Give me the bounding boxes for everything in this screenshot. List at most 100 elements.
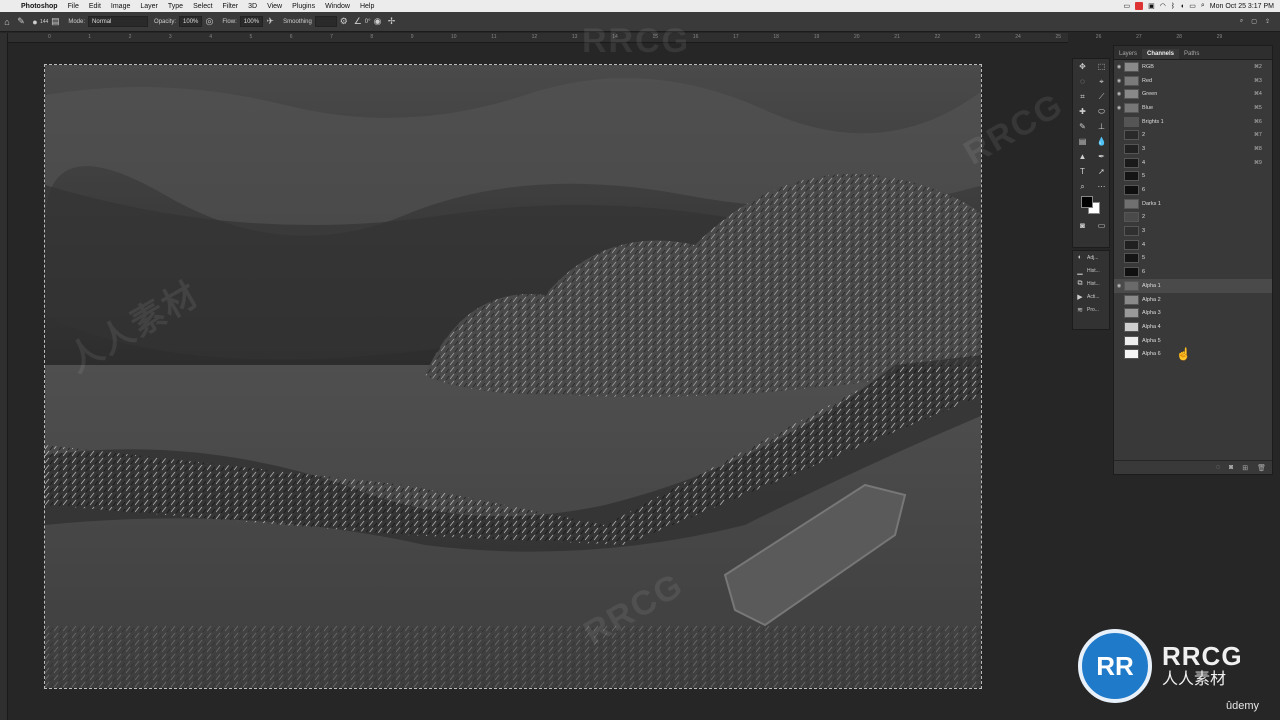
menu-window[interactable]: Window (320, 3, 355, 10)
share-icon[interactable]: ⇪ (1265, 18, 1270, 25)
menu-app-name[interactable]: Photoshop (16, 3, 63, 10)
pen-tool-icon[interactable]: ✒ (1092, 149, 1111, 164)
menu-help[interactable]: Help (355, 3, 379, 10)
channel-row[interactable]: Alpha 6 (1114, 347, 1272, 361)
marquee-tool-icon[interactable]: ⬚ (1092, 59, 1111, 74)
channel-row[interactable]: 6 (1114, 183, 1272, 197)
home-icon[interactable]: ⌂ (0, 17, 14, 27)
panel-histogram[interactable]: ▁ Hist... (1073, 264, 1109, 277)
opacity-field[interactable]: 100% (179, 16, 203, 27)
brush-settings-icon[interactable]: ▤ (48, 16, 62, 27)
brush-size[interactable]: 144 (40, 19, 48, 25)
channel-row[interactable]: ◉ Green ⌘4 (1114, 87, 1272, 101)
menu-image[interactable]: Image (106, 3, 135, 10)
channel-row[interactable]: 3 ⌘8 (1114, 142, 1272, 156)
angle-icon[interactable]: ∠ (351, 16, 365, 27)
quick-mask-icon[interactable]: ◙ (1073, 218, 1092, 233)
dodge-tool-icon[interactable]: ▲ (1073, 149, 1092, 164)
panel-adjustments[interactable]: ◐ Adj... (1073, 251, 1109, 264)
clock[interactable]: Mon Oct 25 3:17 PM (1210, 3, 1274, 10)
channel-row[interactable]: 6 (1114, 265, 1272, 279)
channel-row[interactable]: 2 ⌘7 (1114, 128, 1272, 142)
channel-row[interactable]: 4 (1114, 238, 1272, 252)
zoom-tool-icon[interactable]: ⌕ (1073, 179, 1092, 194)
channel-row[interactable]: Alpha 3 (1114, 306, 1272, 320)
lasso-tool-icon[interactable]: ◌ (1073, 74, 1092, 89)
channel-row[interactable]: Alpha 4 (1114, 320, 1272, 334)
channel-row[interactable]: Alpha 5 (1114, 334, 1272, 348)
healing-tool-icon[interactable]: ✚ (1073, 104, 1092, 119)
visibility-eye-icon[interactable]: ◉ (1114, 283, 1124, 289)
workspace-icon[interactable]: ▢ (1251, 18, 1257, 25)
bluetooth-icon[interactable]: ᛒ (1171, 3, 1175, 10)
visibility-eye-icon[interactable]: ◉ (1114, 105, 1124, 111)
app-icon[interactable]: ▣ (1148, 2, 1155, 10)
record-icon[interactable] (1135, 2, 1144, 10)
screen-icon[interactable]: ▭ (1123, 2, 1130, 10)
channel-row[interactable]: ◉ Alpha 1 (1114, 279, 1272, 293)
foreground-color[interactable] (1081, 196, 1093, 208)
channel-row[interactable]: 5 (1114, 252, 1272, 266)
mode-select[interactable]: Normal (88, 16, 149, 27)
type-tool-icon[interactable]: T (1073, 164, 1092, 179)
move-tool-icon[interactable]: ✥ (1073, 59, 1092, 74)
save-selection-icon[interactable]: ◙ (1229, 464, 1233, 471)
menu-plugins[interactable]: Plugins (287, 3, 320, 10)
airbrush-icon[interactable]: ✈ (263, 16, 277, 27)
patch-tool-icon[interactable]: ⬭ (1092, 104, 1111, 119)
channel-row[interactable]: ◉ Red ⌘3 (1114, 74, 1272, 88)
menu-edit[interactable]: Edit (84, 3, 106, 10)
ruler-vertical[interactable] (0, 33, 8, 720)
delete-channel-icon[interactable]: 🗑 (1257, 464, 1266, 472)
visibility-eye-icon[interactable]: ◉ (1114, 91, 1124, 97)
panel-properties[interactable]: ≋ Pro... (1073, 303, 1109, 316)
load-selection-icon[interactable]: ◌ (1216, 464, 1220, 471)
search-icon[interactable]: ⌕ (1240, 18, 1243, 25)
channel-row[interactable]: 3 (1114, 224, 1272, 238)
pressure-size-icon[interactable]: ◉ (371, 16, 385, 27)
more-tools-icon[interactable]: ⋯ (1092, 179, 1111, 194)
battery-icon[interactable]: ▭ (1189, 2, 1196, 10)
channel-row[interactable]: ◉ Blue ⌘5 (1114, 101, 1272, 115)
channel-row[interactable]: 4 ⌘9 (1114, 156, 1272, 170)
path-select-tool-icon[interactable]: ➚ (1092, 164, 1111, 179)
brush-tool-icon[interactable]: ✎ (14, 16, 28, 27)
flow-field[interactable]: 100% (239, 16, 264, 27)
eyedropper-tool-icon[interactable]: ⟋ (1092, 89, 1111, 104)
screen-mode-icon[interactable]: ▭ (1092, 218, 1111, 233)
symmetry-icon[interactable]: ✢ (385, 16, 399, 27)
visibility-eye-icon[interactable]: ◉ (1114, 64, 1124, 70)
volume-icon[interactable]: ◖ (1180, 3, 1184, 10)
menu-type[interactable]: Type (163, 3, 188, 10)
menu-select[interactable]: Select (188, 3, 217, 10)
quick-select-tool-icon[interactable]: ⌖ (1092, 74, 1111, 89)
channel-row[interactable]: Alpha 2 (1114, 293, 1272, 307)
tab-channels[interactable]: Channels (1142, 49, 1180, 59)
panel-actions[interactable]: ▶ Acti... (1073, 290, 1109, 303)
menu-filter[interactable]: Filter (218, 3, 244, 10)
brush-tool-icon[interactable]: ✎ (1073, 119, 1092, 134)
tab-layers[interactable]: Layers (1114, 49, 1142, 59)
pressure-opacity-icon[interactable]: ◎ (202, 16, 216, 27)
gear-icon[interactable]: ⚙ (337, 16, 351, 27)
wifi-icon[interactable]: ◠ (1160, 2, 1166, 10)
ruler-horizontal[interactable]: 0 1 2 3 4 5 6 7 8 9 10 11 12 13 14 15 16 17 18 19 20 21 22 23 24… (8, 33, 1222, 43)
search-icon[interactable]: ⌕ (1201, 2, 1205, 10)
stamp-tool-icon[interactable]: ⊥ (1092, 119, 1111, 134)
channel-row[interactable]: Brights 1 ⌘6 (1114, 115, 1272, 129)
smoothing-field[interactable] (314, 16, 337, 27)
panel-history[interactable]: ⧉ Hist... (1073, 277, 1109, 290)
menu-view[interactable]: View (262, 3, 287, 10)
blur-tool-icon[interactable]: 💧 (1092, 134, 1111, 149)
visibility-eye-icon[interactable]: ◉ (1114, 78, 1124, 84)
menu-3d[interactable]: 3D (243, 3, 262, 10)
channel-row[interactable]: 5 (1114, 170, 1272, 184)
crop-tool-icon[interactable]: ⌗ (1073, 89, 1092, 104)
channel-row[interactable]: Darks 1 (1114, 197, 1272, 211)
channel-row[interactable]: ◉ RGB ⌘2 (1114, 60, 1272, 74)
canvas-image[interactable] (44, 64, 982, 689)
tab-paths[interactable]: Paths (1179, 49, 1204, 59)
menu-file[interactable]: File (63, 3, 84, 10)
new-channel-icon[interactable]: ⊞ (1242, 464, 1248, 472)
gradient-tool-icon[interactable]: ▤ (1073, 134, 1092, 149)
